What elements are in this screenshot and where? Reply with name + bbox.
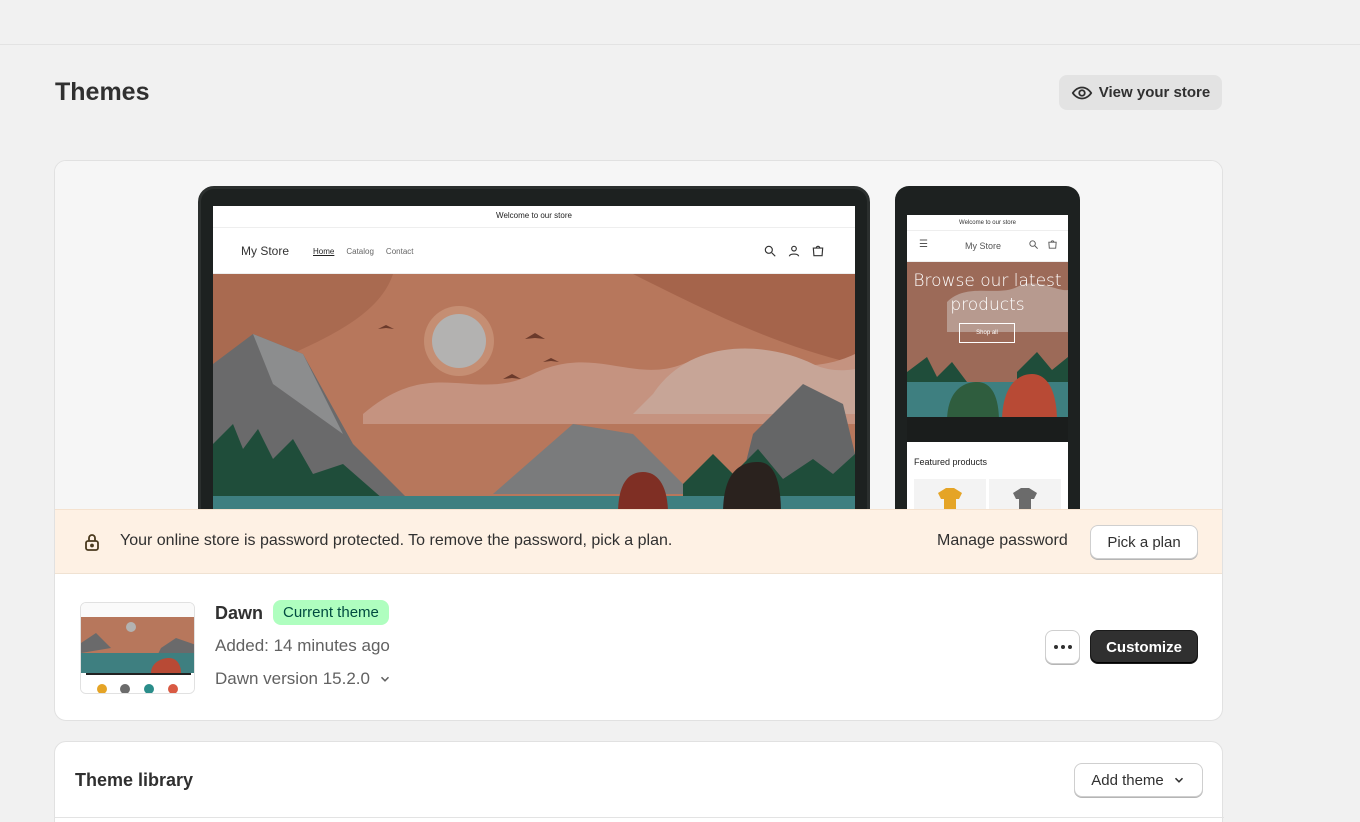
cart-icon bbox=[1048, 240, 1057, 249]
mobile-announcement-bar: Welcome to our store bbox=[907, 215, 1068, 231]
store-header: My Store Home Catalog Contact bbox=[213, 228, 855, 274]
nav-link-catalog: Catalog bbox=[346, 247, 374, 256]
pick-plan-button[interactable]: Pick a plan bbox=[1090, 525, 1198, 559]
top-bar bbox=[0, 0, 1360, 45]
mobile-preview-screen: Welcome to our store ☰ My Store Browse o… bbox=[907, 215, 1068, 509]
theme-preview: Welcome to our store My Store Home Catal… bbox=[55, 161, 1222, 509]
nav-link-home: Home bbox=[313, 247, 335, 256]
account-icon bbox=[788, 245, 800, 257]
page-title: Themes bbox=[55, 78, 150, 106]
hero-illustration bbox=[213, 274, 855, 509]
view-store-button[interactable]: View your store bbox=[1059, 75, 1222, 110]
cart-icon bbox=[812, 245, 824, 257]
mobile-store-header: ☰ My Store bbox=[907, 231, 1068, 262]
current-theme-row: Dawn Current theme Added: 14 minutes ago… bbox=[55, 574, 1222, 720]
customize-button[interactable]: Customize bbox=[1090, 630, 1198, 664]
more-actions-button[interactable] bbox=[1045, 630, 1080, 664]
view-store-label: View your store bbox=[1098, 84, 1211, 101]
product-card bbox=[914, 479, 986, 509]
mobile-preview: Welcome to our store ☰ My Store Browse o… bbox=[895, 186, 1080, 509]
manage-password-link[interactable]: Manage password bbox=[937, 532, 1068, 550]
mobile-hero-heading: Browse our latest products bbox=[913, 271, 1062, 315]
current-theme-badge: Current theme bbox=[273, 600, 389, 625]
add-theme-label: Add theme bbox=[1091, 771, 1164, 789]
announcement-bar: Welcome to our store bbox=[213, 206, 855, 228]
chevron-down-icon bbox=[1174, 777, 1183, 783]
featured-products-grid bbox=[914, 479, 1061, 509]
eye-icon bbox=[1071, 86, 1093, 99]
theme-thumbnail bbox=[80, 602, 195, 694]
password-banner: Your online store is password protected.… bbox=[55, 509, 1222, 574]
store-nav: Home Catalog Contact bbox=[313, 247, 414, 256]
featured-products-heading: Featured products bbox=[914, 457, 988, 467]
theme-thumbnail-image bbox=[81, 603, 194, 693]
theme-version-label: Dawn version 15.2.0 bbox=[215, 669, 370, 688]
mobile-shop-all-button: Shop all bbox=[959, 323, 1015, 343]
ellipsis-icon bbox=[1053, 645, 1072, 649]
theme-library-title: Theme library bbox=[75, 770, 194, 790]
store-header-icons bbox=[763, 244, 825, 258]
tshirt-icon bbox=[938, 488, 962, 509]
product-card bbox=[989, 479, 1061, 509]
desktop-preview: Welcome to our store My Store Home Catal… bbox=[198, 186, 870, 509]
tshirt-icon bbox=[1013, 488, 1037, 509]
mobile-header-icons bbox=[1028, 239, 1058, 250]
theme-name: Dawn bbox=[215, 603, 264, 623]
nav-link-contact: Contact bbox=[385, 247, 414, 256]
add-theme-button[interactable]: Add theme bbox=[1074, 763, 1203, 797]
theme-added-time: Added: 14 minutes ago bbox=[215, 636, 390, 655]
chevron-down-icon bbox=[380, 676, 390, 682]
search-icon bbox=[1029, 240, 1038, 249]
password-banner-message: Your online store is password protected.… bbox=[120, 532, 673, 549]
divider bbox=[55, 817, 1224, 818]
store-logo: My Store bbox=[241, 244, 290, 258]
lock-icon bbox=[85, 534, 99, 551]
current-theme-card: Welcome to our store My Store Home Catal… bbox=[54, 160, 1223, 721]
theme-library-card: Theme library Add theme bbox=[54, 741, 1224, 822]
theme-version-dropdown[interactable]: Dawn version 15.2.0 bbox=[215, 669, 392, 689]
mobile-store-logo: My Store bbox=[965, 241, 1002, 251]
desktop-preview-screen: Welcome to our store My Store Home Catal… bbox=[213, 206, 855, 509]
search-icon bbox=[764, 245, 776, 257]
menu-icon: ☰ bbox=[919, 239, 928, 250]
